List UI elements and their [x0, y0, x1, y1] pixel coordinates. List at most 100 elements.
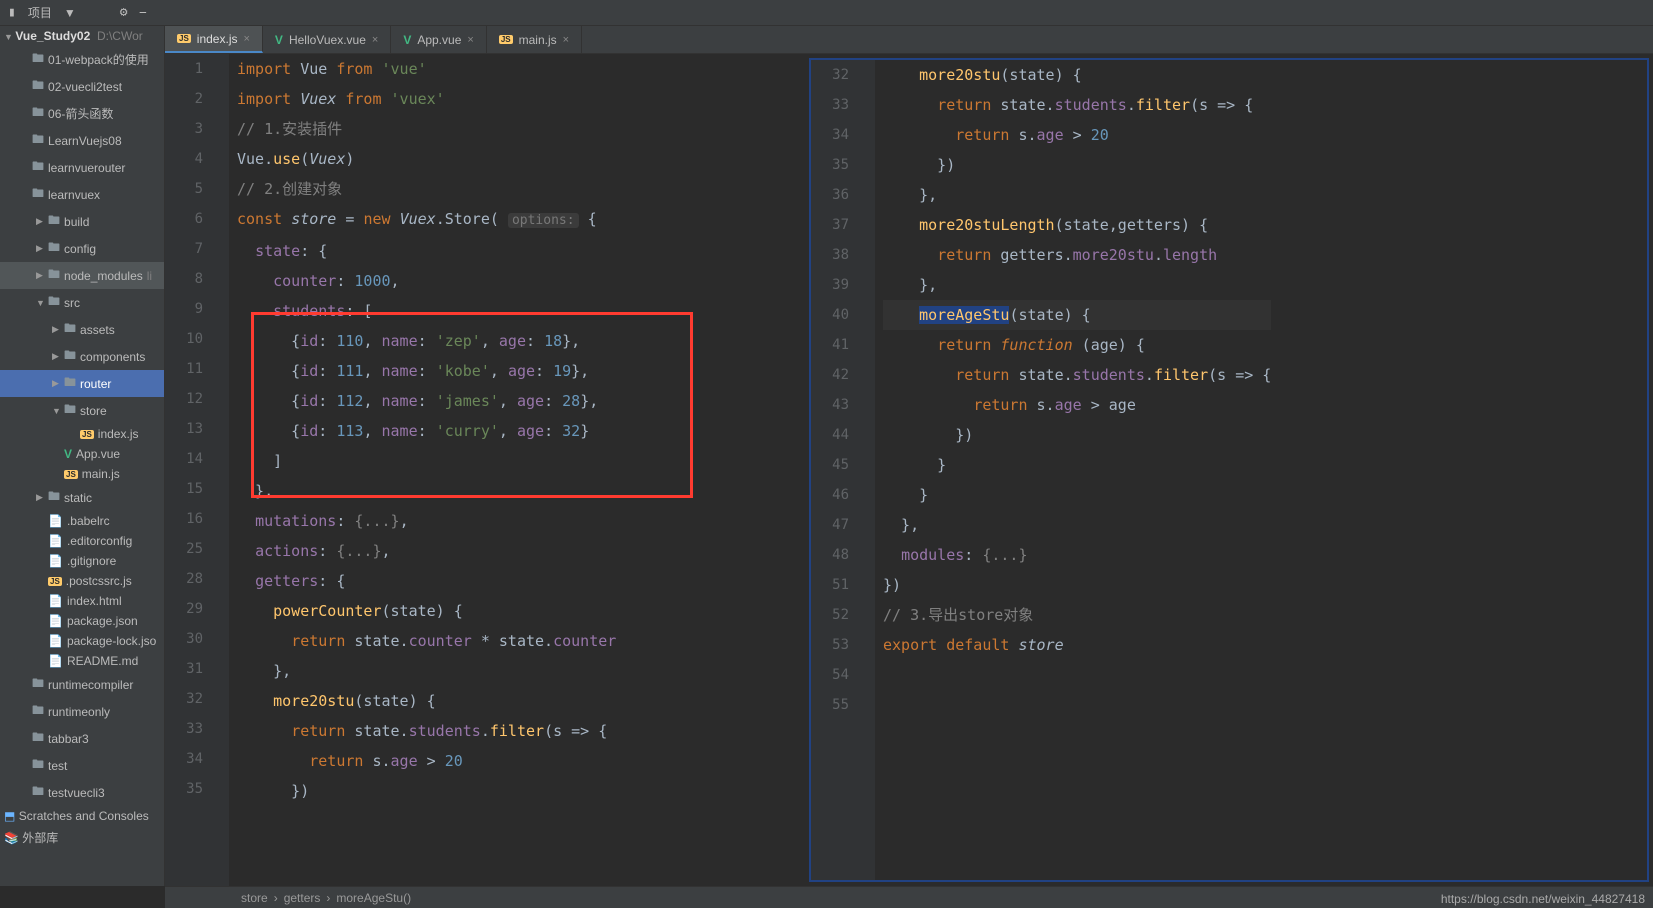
tree-item-src[interactable]: ▼🖿src [0, 289, 164, 316]
js-icon: JS [499, 35, 513, 44]
tree-item-assets[interactable]: ▶🖿assets [0, 316, 164, 343]
editor-left[interactable]: 1234567891011121314151625282930313233343… [165, 54, 805, 886]
dropdown-arrow-icon[interactable]: ▼ [64, 6, 76, 20]
tree-item-index-js[interactable]: JSindex.js [0, 424, 164, 444]
breadcrumb[interactable]: store › getters › moreAgeStu() [165, 886, 1653, 908]
tree-item-01-webpack---[interactable]: 🖿01-webpack的使用 [0, 46, 164, 73]
toolbar: ▮ 项目 ▼ ⚙ ⎯ [0, 0, 1653, 26]
tree-item--gitignore[interactable]: 📄.gitignore [0, 551, 164, 571]
vue-icon: V [403, 33, 411, 47]
file-icon: 📄 [48, 594, 63, 608]
tree-item-components[interactable]: ▶🖿components [0, 343, 164, 370]
tree-item-node-modules[interactable]: ▶🖿node_modules li [0, 262, 164, 289]
tree-item-store[interactable]: ▼🖿store [0, 397, 164, 424]
collapse-icon[interactable]: ⎯ [140, 5, 147, 20]
tree-item-static[interactable]: ▶🖿static [0, 484, 164, 511]
folder-icon: 🖿 [32, 674, 44, 695]
folder-icon: 🖿 [32, 184, 44, 205]
close-icon[interactable]: × [372, 34, 378, 46]
tree-item-package-json[interactable]: 📄package.json [0, 611, 164, 631]
folder-icon: 🖿 [48, 487, 60, 508]
tree-item-readme-md[interactable]: 📄README.md [0, 651, 164, 671]
editors-split: 1234567891011121314151625282930313233343… [165, 54, 1653, 886]
scratches-node[interactable]: ⬒ Scratches and Consoles [0, 806, 164, 826]
code-area[interactable]: more20stu(state) { return state.students… [875, 60, 1271, 880]
project-root[interactable]: ▼ Vue_Study02 D:\CWor [0, 26, 164, 46]
line-gutter: 1234567891011121314151625282930313233343… [165, 54, 215, 886]
external-libs[interactable]: 📚 外部库 [0, 826, 164, 849]
tree-item-06-----[interactable]: 🖿06-箭头函数 [0, 100, 164, 127]
project-label[interactable]: 项目 [28, 4, 52, 21]
editor-tabs: JSindex.js×VHelloVuex.vue×VApp.vue×JSmai… [165, 26, 1653, 54]
gear-icon[interactable]: ⚙ [120, 5, 128, 20]
vue-icon: V [64, 447, 72, 461]
folder-icon: 🖿 [64, 400, 76, 421]
tree-item--postcssrc-js[interactable]: JS.postcssrc.js [0, 571, 164, 591]
tab-HelloVuex-vue[interactable]: VHelloVuex.vue× [263, 26, 391, 53]
main: ▼ Vue_Study02 D:\CWor 🖿01-webpack的使用🖿02-… [0, 26, 1653, 886]
tree-item-package-lock-jso[interactable]: 📄package-lock.jso [0, 631, 164, 651]
folder-icon: 🖿 [32, 701, 44, 722]
breadcrumb-item[interactable]: getters [284, 891, 321, 905]
file-icon: 📄 [48, 634, 63, 648]
chevron-right-icon: › [274, 891, 278, 905]
tree-item-app-vue[interactable]: VApp.vue [0, 444, 164, 464]
close-icon[interactable]: × [467, 34, 473, 46]
tree-item-build[interactable]: ▶🖿build [0, 208, 164, 235]
close-icon[interactable]: × [243, 33, 249, 45]
tree-item-main-js[interactable]: JSmain.js [0, 464, 164, 484]
tree-item-config[interactable]: ▶🖿config [0, 235, 164, 262]
tree-item--babelrc[interactable]: 📄.babelrc [0, 511, 164, 531]
js-icon: JS [64, 470, 78, 479]
tree-item-runtimecompiler[interactable]: 🖿runtimecompiler [0, 671, 164, 698]
js-icon: JS [48, 577, 62, 586]
tree-item-router[interactable]: ▶🖿router [0, 370, 164, 397]
tree-item--editorconfig[interactable]: 📄.editorconfig [0, 531, 164, 551]
js-icon: JS [177, 34, 191, 43]
folder-icon: 🖿 [32, 130, 44, 151]
file-icon: 📄 [48, 534, 63, 548]
folder-icon: 🖿 [32, 103, 44, 124]
file-icon: 📄 [48, 514, 63, 528]
folder-icon: 🖿 [32, 755, 44, 776]
breadcrumb-item[interactable]: moreAgeStu() [336, 891, 411, 905]
code-area[interactable]: import Vue from 'vue'import Vuex from 'v… [229, 54, 616, 886]
folder-icon: 🖿 [32, 782, 44, 803]
file-icon: 📄 [48, 654, 63, 668]
folder-icon: 🖿 [32, 728, 44, 749]
folder-icon: 🖿 [32, 76, 44, 97]
tree-item-learnvuejs08[interactable]: 🖿LearnVuejs08 [0, 127, 164, 154]
folder-icon: 🖿 [32, 49, 44, 70]
folder-icon: 🖿 [64, 319, 76, 340]
js-icon: JS [80, 430, 94, 439]
tree-item-learnvuex[interactable]: 🖿learnvuex [0, 181, 164, 208]
tree-item-runtimeonly[interactable]: 🖿runtimeonly [0, 698, 164, 725]
tree-item-learnvuerouter[interactable]: 🖿learnvuerouter [0, 154, 164, 181]
line-gutter: 3233343536373839404142434445464748515253… [811, 60, 861, 880]
folder-icon: 🖿 [32, 157, 44, 178]
chevron-right-icon: › [326, 891, 330, 905]
tab-App-vue[interactable]: VApp.vue× [391, 26, 487, 53]
file-icon: 📄 [48, 614, 63, 628]
file-icon: 📄 [48, 554, 63, 568]
folder-icon: 🖿 [48, 211, 60, 232]
folder-icon: 🖿 [48, 292, 60, 313]
tree-item-test[interactable]: 🖿test [0, 752, 164, 779]
folder-icon: 🖿 [64, 373, 76, 394]
tree-item-index-html[interactable]: 📄index.html [0, 591, 164, 611]
close-icon[interactable]: × [563, 34, 569, 46]
folder-icon: 🖿 [48, 265, 60, 286]
vue-icon: V [275, 33, 283, 47]
tree-item-02-vuecli2test[interactable]: 🖿02-vuecli2test [0, 73, 164, 100]
folder-icon: 🖿 [48, 238, 60, 259]
folder-icon: 🖿 [64, 346, 76, 367]
sidebar-toggle-icon[interactable]: ▮ [8, 5, 16, 20]
editor-right[interactable]: 3233343536373839404142434445464748515253… [809, 58, 1649, 882]
watermark: https://blog.csdn.net/weixin_44827418 [1441, 892, 1645, 906]
tab-main-js[interactable]: JSmain.js× [487, 26, 582, 53]
project-tree[interactable]: ▼ Vue_Study02 D:\CWor 🖿01-webpack的使用🖿02-… [0, 26, 165, 886]
tree-item-testvuecli3[interactable]: 🖿testvuecli3 [0, 779, 164, 806]
breadcrumb-item[interactable]: store [241, 891, 268, 905]
tree-item-tabbar3[interactable]: 🖿tabbar3 [0, 725, 164, 752]
tab-index-js[interactable]: JSindex.js× [165, 26, 263, 53]
